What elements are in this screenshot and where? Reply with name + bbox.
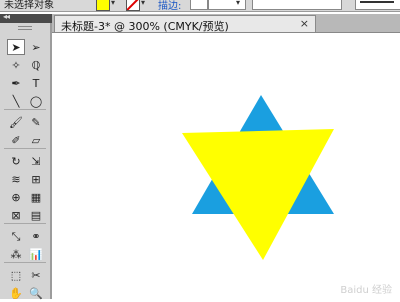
variable-width-profile[interactable] [252,0,342,10]
stroke-weight-field[interactable] [190,0,208,10]
artboard-canvas[interactable]: Baidu 经验 [52,33,400,299]
eraser-tool[interactable]: ▱ [27,132,45,148]
pencil-tool[interactable]: ✎ [27,114,45,130]
eraser-icon: ▱ [31,133,41,147]
selection-tool[interactable]: ➤ [7,39,25,55]
ellipse-icon: ◯ [29,94,43,108]
tool-group-divider [4,262,46,263]
zoom-magnifier-icon: 🔍 [29,286,43,300]
scale-icon: ⇲ [31,154,41,168]
mesh-icon: ⊠ [11,208,21,222]
magic-wand-tool[interactable]: ✧ [7,57,25,73]
symbol-sprayer-tool[interactable]: ⁂ [7,246,25,262]
watermark: Baidu 经验 [340,285,392,296]
column-graph-icon: 📊 [29,247,43,261]
direct-selection-arrow-icon: ➢ [31,40,41,54]
eyedropper-icon: ⤡ [11,229,21,243]
column-graph-tool[interactable]: 📊 [27,246,45,262]
tool-group-divider [4,148,46,149]
fill-dropdown-icon[interactable]: ▾ [111,0,115,7]
perspective-grid-tool[interactable]: ▦ [27,189,45,205]
close-icon[interactable]: × [300,17,309,30]
magic-wand-icon: ✧ [11,58,21,72]
tool-group-divider [4,223,46,224]
mesh-tool[interactable]: ⊠ [7,207,25,223]
tool-group-divider [4,109,46,110]
artboard-icon: ⬚ [10,268,22,282]
pen-tool[interactable]: ✒ [7,75,25,91]
eyedropper-tool[interactable]: ⤡ [7,228,25,244]
warp-icon: ≋ [11,172,21,186]
blob-brush-tool[interactable]: ✐ [7,132,25,148]
line-segment-icon: ╲ [12,94,20,108]
warp-tool[interactable]: ≋ [7,171,25,187]
document-tab[interactable]: 未标题-3* @ 300% (CMYK/预览) × [54,15,316,33]
ellipse-tool[interactable]: ◯ [27,93,45,109]
slice-knife-icon: ✂ [31,268,41,282]
tools-panel: ➤ ➢ ✧ ℚ ✒ T ╲ ◯ 🖌 ✎ ✐ ▱ ↻ ⇲ ≋ ⊞ ⊕ ▦ ⊠ ▤ ⤡ ⚭ ⁂ 📊 ⬚ ✂ ✋ 🔍 [0,23,52,299]
blob-brush-icon: ✐ [11,133,21,147]
perspective-grid-icon: ▦ [30,190,42,204]
document-tab-strip: 未标题-3* @ 300% (CMYK/预览) × [52,14,400,33]
direct-selection-tool[interactable]: ➢ [27,39,45,55]
paintbrush-tool[interactable]: 🖌 [7,114,25,130]
shape-builder-icon: ⊕ [11,190,21,204]
gradient-tool[interactable]: ▤ [27,207,45,223]
selection-arrow-icon: ➤ [11,40,21,54]
type-tool[interactable]: T [27,75,45,91]
pen-nib-icon: ✒ [11,76,21,90]
tools-panel-header[interactable]: ◂◂ [0,12,52,23]
blend-tool[interactable]: ⚭ [27,228,45,244]
pencil-icon: ✎ [31,115,41,129]
stroke-dropdown-icon[interactable]: ▾ [141,0,145,7]
artwork [182,95,334,260]
stroke-color-swatch[interactable] [126,0,140,11]
stroke-weight-dropdown[interactable] [208,0,246,10]
selection-status: 未选择对象 [4,0,54,11]
gradient-icon: ▤ [30,208,42,222]
chevron-down-icon: ▾ [236,0,241,7]
symbol-sprayer-icon: ⁂ [10,247,22,261]
lasso-tool[interactable]: ℚ [27,57,45,73]
blend-icon: ⚭ [31,229,41,243]
paintbrush-icon: 🖌 [9,115,23,129]
hand-icon: ✋ [9,286,23,300]
document-title: 未标题-3* @ 300% (CMYK/预览) [61,20,229,33]
rotate-tool[interactable]: ↻ [7,153,25,169]
scale-tool[interactable]: ⇲ [27,153,45,169]
panel-grip-icon[interactable] [18,26,32,30]
free-transform-icon: ⊞ [31,172,41,186]
line-segment-tool[interactable]: ╲ [7,93,25,109]
rotate-icon: ↻ [11,154,21,168]
artboard-tool[interactable]: ⬚ [7,267,25,283]
fill-color-swatch[interactable] [96,0,110,11]
collapse-panel-icon[interactable]: ◂◂ [3,12,10,21]
free-transform-tool[interactable]: ⊞ [27,171,45,187]
shape-builder-tool[interactable]: ⊕ [7,189,25,205]
control-bar: 未选择对象 ▾ ▾ 描边: ▾ [0,0,400,12]
type-t-icon: T [32,76,40,90]
lasso-icon: ℚ [31,58,41,72]
brush-definition-preview[interactable] [355,0,400,10]
stroke-label: 描边: [158,1,182,12]
slice-tool[interactable]: ✂ [27,267,45,283]
